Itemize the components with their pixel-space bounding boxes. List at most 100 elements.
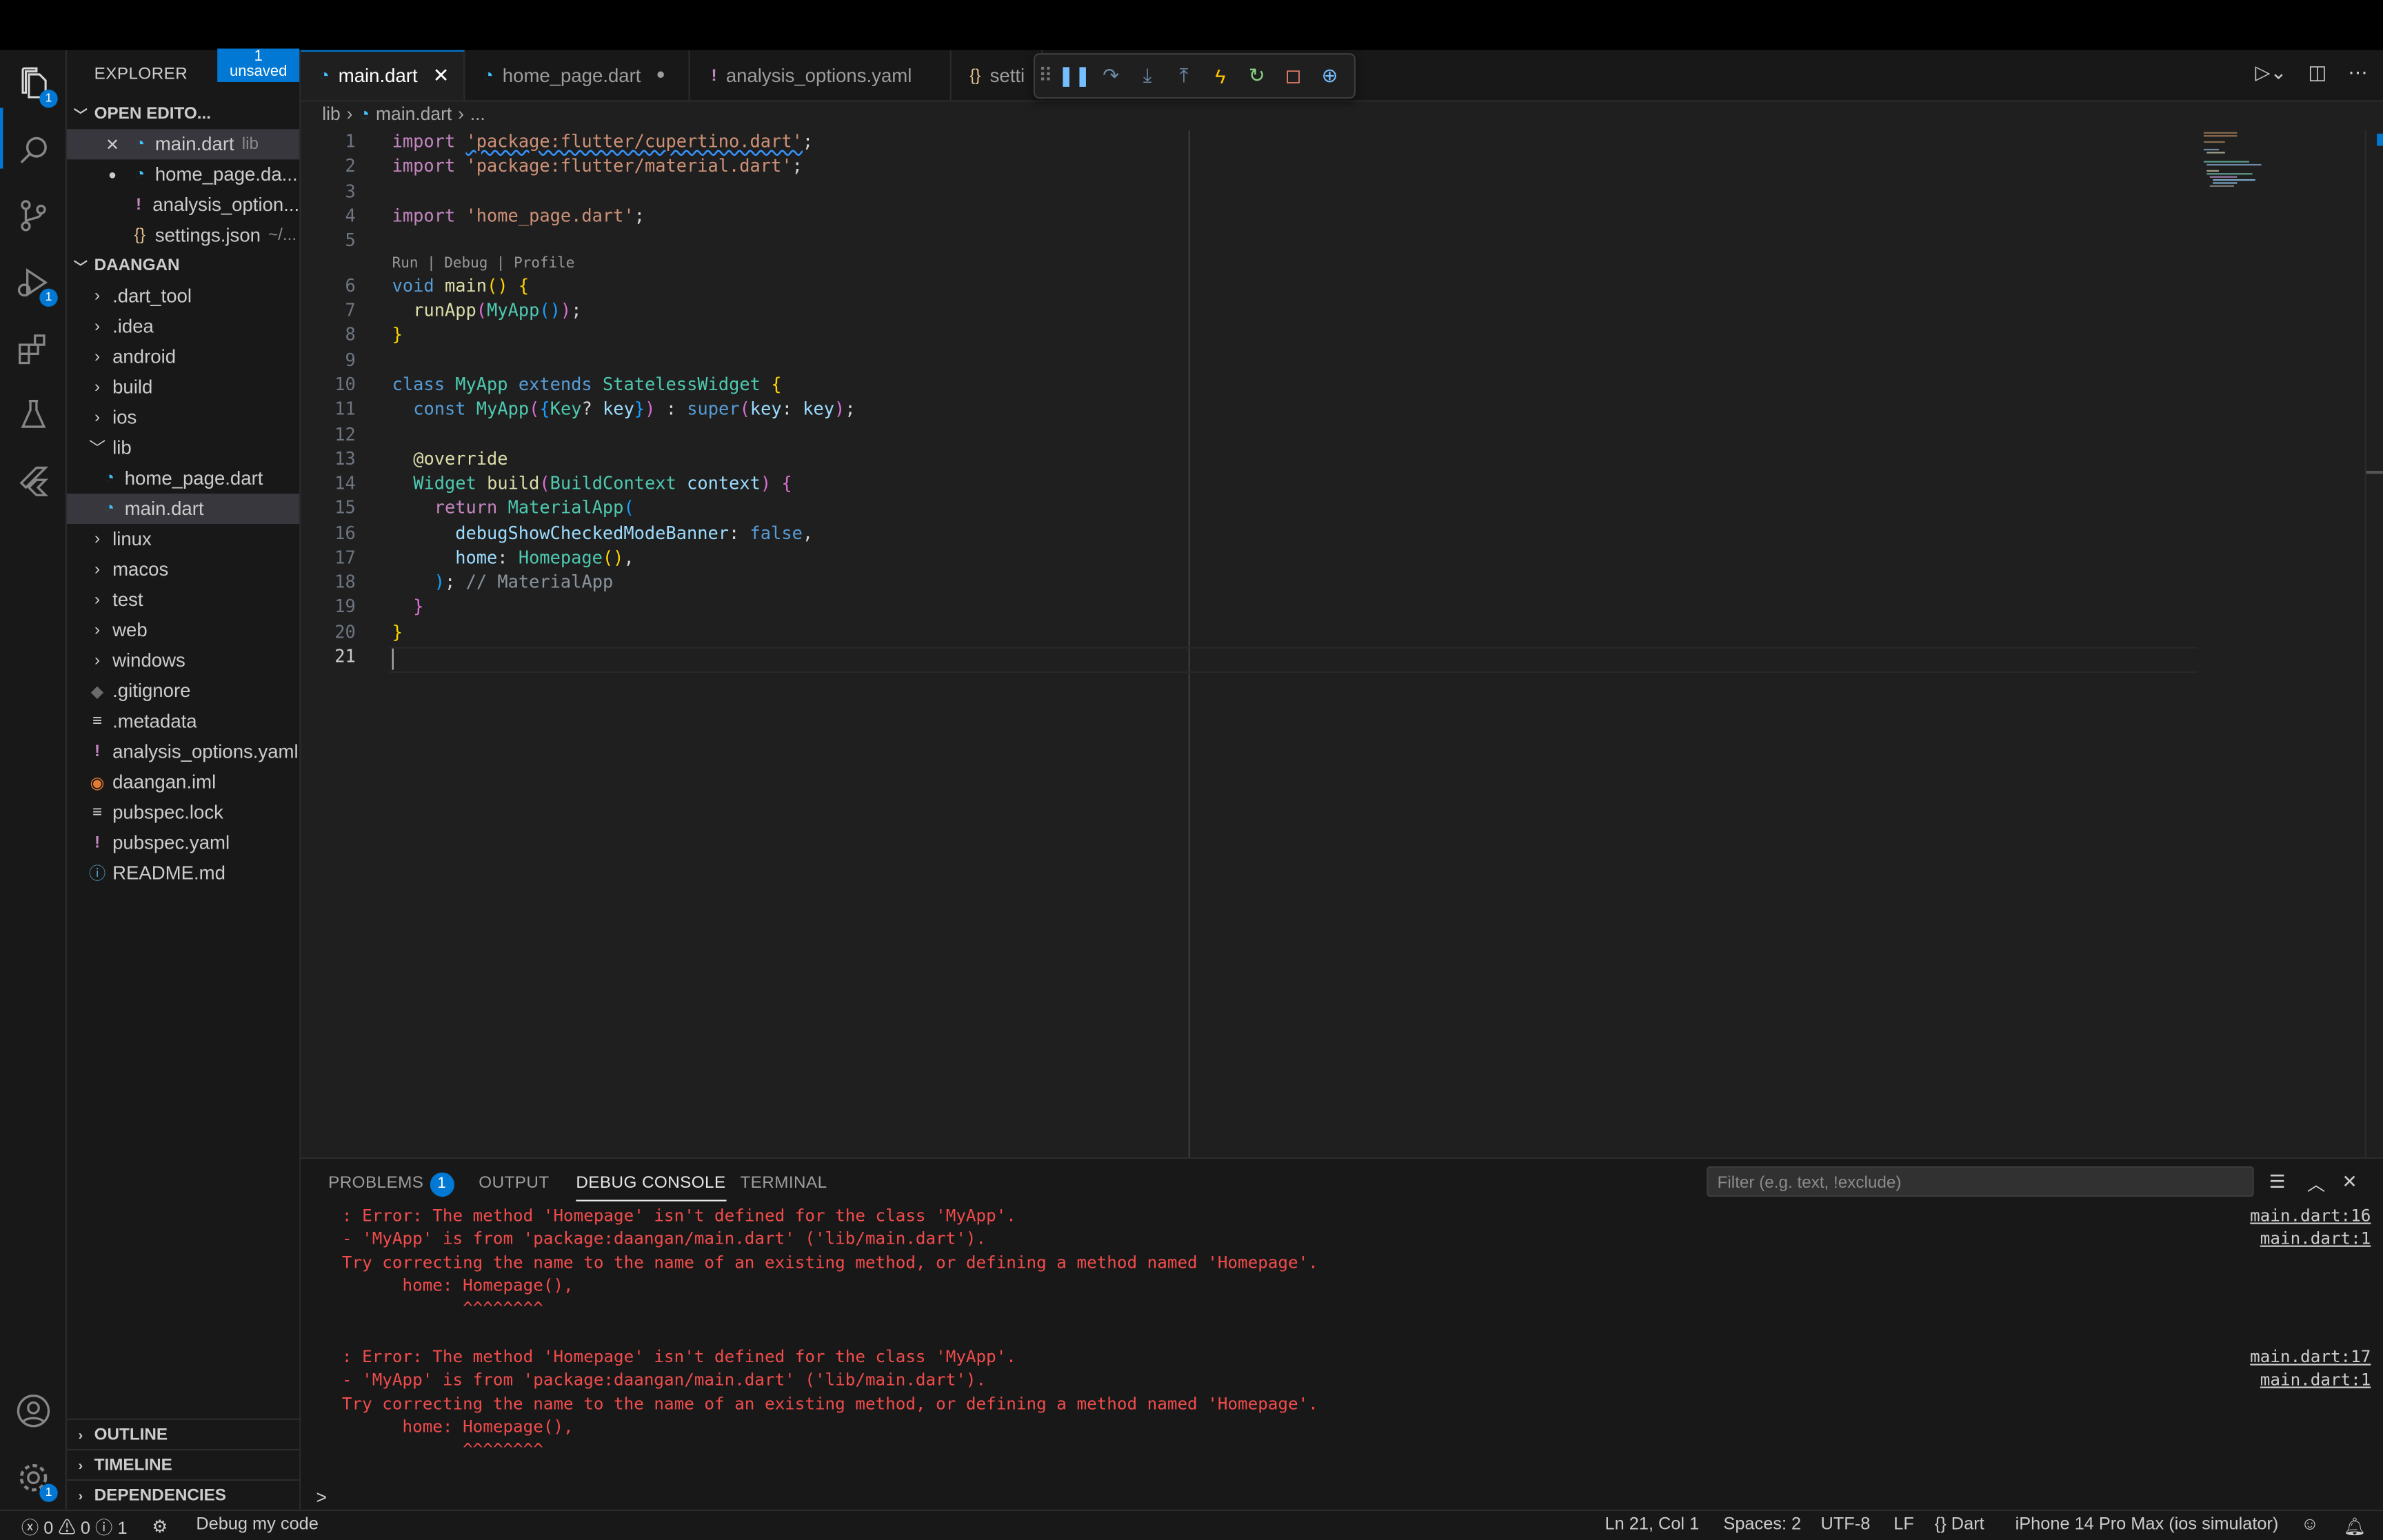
tree-file[interactable]: ! analysis_options.yaml bbox=[67, 737, 299, 767]
code-editor[interactable]: 1 2 3 4 5 6 7 8 9 10 11 12 13 14 15 16 17 18 19 20 21 import… bbox=[301, 128, 2364, 1157]
tree-folder[interactable]: › macos bbox=[67, 554, 299, 585]
tab-analysis-options[interactable]: ! analysis_options.yaml bbox=[690, 50, 952, 101]
line-number: 21 bbox=[334, 645, 356, 667]
close-icon[interactable]: ✕ bbox=[100, 134, 124, 154]
encoding[interactable]: UTF-8 bbox=[1820, 1516, 1870, 1534]
info-count: 1 bbox=[117, 1520, 128, 1539]
unsaved-dot-icon[interactable]: ● bbox=[100, 167, 124, 182]
open-editor-item[interactable]: {} settings.json ~/... bbox=[67, 220, 299, 250]
restart-icon[interactable]: ↻ bbox=[1238, 54, 1275, 97]
clear-console-icon[interactable]: ☰ bbox=[2269, 1171, 2286, 1193]
run-icon[interactable]: ▷⌄ bbox=[2255, 61, 2286, 85]
split-editor-icon[interactable]: ◫ bbox=[2308, 61, 2326, 85]
error-line: home: Homepage(), bbox=[341, 1417, 574, 1437]
run-debug-icon[interactable]: 1 bbox=[12, 261, 58, 307]
tree-file[interactable]: ≡ pubspec.lock bbox=[67, 798, 299, 828]
step-over-icon[interactable]: ↷ bbox=[1093, 54, 1129, 97]
tree-file[interactable]: ≡ .metadata bbox=[67, 706, 299, 736]
devtools-icon[interactable]: ⊕ bbox=[1311, 54, 1348, 97]
settings-gear-icon[interactable]: 1 bbox=[12, 1457, 58, 1502]
drag-handle-icon[interactable]: ⠿ bbox=[1035, 54, 1056, 97]
indentation[interactable]: Spaces: 2 bbox=[1723, 1516, 1801, 1534]
open-editor-item[interactable]: ✕ ◔ main.dart lib bbox=[66, 129, 300, 160]
tree-file[interactable]: ◉ daangan.iml bbox=[67, 767, 299, 798]
problems-status[interactable]: ⓧ 0 ⚠ 0 ⓘ 1 bbox=[21, 1516, 128, 1540]
tree-folder[interactable]: › .idea bbox=[67, 312, 299, 342]
open-editor-item[interactable]: ! analysis_option... bbox=[67, 190, 299, 220]
line-number: 6 bbox=[345, 274, 356, 296]
close-panel-icon[interactable]: ✕ bbox=[2342, 1171, 2357, 1193]
codelens-run-debug-profile[interactable]: Run | Debug | Profile bbox=[392, 255, 575, 272]
tree-item-label: .metadata bbox=[112, 711, 197, 732]
warning-icon: ⚠ bbox=[58, 1520, 76, 1539]
tree-file[interactable]: ◔ main.dart bbox=[66, 494, 300, 525]
tree-folder[interactable]: › linux bbox=[67, 524, 299, 554]
launch-config[interactable]: Debug my code bbox=[196, 1516, 319, 1534]
unsaved-dot-icon[interactable]: ● bbox=[656, 67, 665, 83]
project-header[interactable]: ﹀ DAANGAN bbox=[67, 251, 299, 281]
notifications-bell-icon[interactable]: 🔔︎ bbox=[2344, 1516, 2366, 1537]
tab-label: main.dart bbox=[338, 65, 418, 87]
maximize-panel-icon[interactable]: ︿ bbox=[2307, 1171, 2325, 1197]
cursor-position[interactable]: Ln 21, Col 1 bbox=[1605, 1516, 1700, 1534]
debug-launch-icon[interactable]: ⚙ bbox=[152, 1516, 168, 1537]
flutter-icon[interactable] bbox=[12, 460, 54, 501]
tab-debug-console[interactable]: DEBUG CONSOLE bbox=[576, 1174, 726, 1202]
search-icon[interactable] bbox=[12, 129, 54, 170]
explorer-icon[interactable]: 1 bbox=[12, 62, 58, 108]
tree-file[interactable]: ⓘ README.md bbox=[67, 858, 299, 889]
line-ending[interactable]: LF bbox=[1893, 1516, 1914, 1534]
breadcrumb-folder[interactable]: lib bbox=[322, 103, 340, 125]
source-control-icon[interactable] bbox=[12, 194, 54, 235]
tab-home-page[interactable]: ◔ home_page.dart ● bbox=[465, 50, 690, 101]
breadcrumb-more[interactable]: ... bbox=[470, 103, 485, 125]
minimap[interactable] bbox=[2201, 130, 2269, 191]
tab-output[interactable]: OUTPUT bbox=[479, 1174, 549, 1192]
open-editors-header[interactable]: ﹀ OPEN EDITO... bbox=[67, 99, 299, 129]
testing-icon[interactable] bbox=[12, 394, 54, 434]
account-icon[interactable] bbox=[12, 1390, 54, 1430]
language-mode[interactable]: {} Dart bbox=[1935, 1516, 1984, 1534]
tree-file[interactable]: ◆ .gitignore bbox=[67, 676, 299, 706]
tree-folder[interactable]: › ios bbox=[67, 403, 299, 433]
source-link[interactable]: main.dart:1 bbox=[2260, 1228, 2371, 1248]
open-editor-item[interactable]: ● ◔ home_page.da... bbox=[67, 159, 299, 190]
tree-item-label: analysis_options.yaml bbox=[112, 741, 299, 762]
timeline-section[interactable]: › TIMELINE bbox=[66, 1448, 300, 1481]
device-selector[interactable]: iPhone 14 Pro Max (ios simulator) bbox=[2015, 1516, 2279, 1534]
filter-input[interactable]: Filter (e.g. text, !exclude) bbox=[1707, 1166, 2254, 1197]
source-link[interactable]: main.dart:17 bbox=[2250, 1347, 2371, 1367]
editor-scrollbar[interactable] bbox=[2364, 130, 2383, 1157]
tab-terminal[interactable]: TERMINAL bbox=[740, 1174, 827, 1192]
more-icon[interactable]: ⋯ bbox=[2348, 61, 2368, 85]
tab-settings[interactable]: {} setti bbox=[952, 50, 1043, 101]
step-into-icon[interactable]: ⤓ bbox=[1129, 54, 1166, 97]
error-line: : Error: The method 'Homepage' isn't def… bbox=[341, 1347, 1016, 1367]
console-input[interactable]: > bbox=[316, 1487, 326, 1508]
outline-section[interactable]: › OUTLINE bbox=[66, 1418, 300, 1450]
tab-main-dart[interactable]: ◔ main.dart ✕ bbox=[301, 50, 465, 101]
tree-folder[interactable]: › .dart_tool bbox=[67, 281, 299, 312]
tree-folder[interactable]: › web bbox=[67, 615, 299, 645]
line-number: 13 bbox=[334, 447, 356, 469]
breadcrumb-file[interactable]: main.dart bbox=[376, 103, 452, 125]
tree-item-label: ios bbox=[112, 407, 137, 429]
tree-folder[interactable]: › android bbox=[67, 342, 299, 372]
dependencies-section[interactable]: › DEPENDENCIES bbox=[66, 1479, 300, 1510]
tab-problems[interactable]: PROBLEMS 1 bbox=[328, 1172, 454, 1197]
tree-folder[interactable]: › windows bbox=[67, 645, 299, 676]
source-link[interactable]: main.dart:1 bbox=[2260, 1370, 2371, 1390]
tree-file[interactable]: ◔ home_page.dart bbox=[67, 463, 299, 494]
stop-icon[interactable]: ◻ bbox=[1275, 54, 1311, 97]
extensions-icon[interactable] bbox=[12, 328, 54, 369]
step-out-icon[interactable]: ⤒ bbox=[1166, 54, 1203, 97]
source-link[interactable]: main.dart:16 bbox=[2250, 1206, 2371, 1226]
pause-icon[interactable]: ❚❚ bbox=[1056, 54, 1093, 97]
tree-file[interactable]: ! pubspec.yaml bbox=[67, 828, 299, 858]
hot-reload-icon[interactable]: ϟ bbox=[1202, 54, 1238, 97]
tree-folder[interactable]: ﹀ lib bbox=[67, 433, 299, 463]
tree-folder[interactable]: › build bbox=[67, 372, 299, 403]
feedback-icon[interactable]: ☺ bbox=[2301, 1516, 2319, 1534]
close-icon[interactable]: ✕ bbox=[433, 64, 450, 88]
tree-folder[interactable]: › test bbox=[67, 585, 299, 615]
